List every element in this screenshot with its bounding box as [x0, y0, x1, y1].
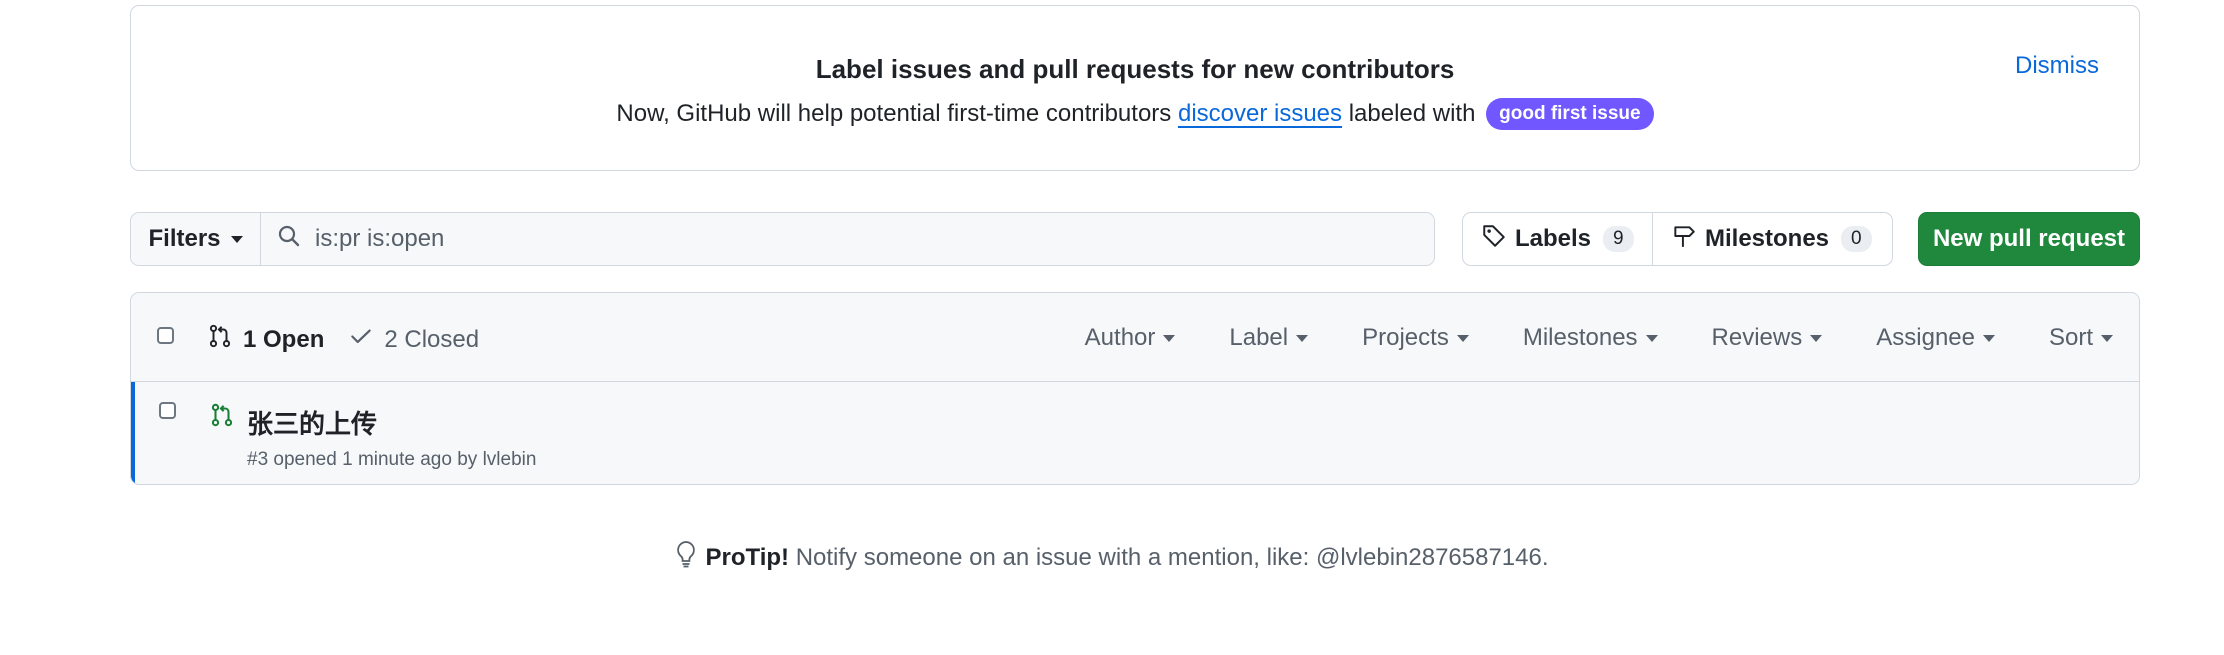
discover-issues-link[interactable]: discover issues — [1178, 100, 1342, 127]
assignee-filter-label: Assignee — [1876, 324, 1975, 351]
check-icon — [348, 323, 374, 356]
row-checkbox[interactable] — [159, 402, 176, 419]
pull-request-meta: #3 opened 1 minute ago by lvlebin — [247, 449, 536, 471]
list-header: 1 Open 2 Closed Author Label Projects Mi… — [131, 293, 2139, 382]
chevron-down-icon — [1456, 334, 1469, 342]
protip-label: ProTip! — [705, 543, 790, 571]
state-toggle: 1 Open 2 Closed — [207, 323, 479, 356]
search-value: is:pr is:open — [315, 225, 445, 252]
sort-filter-label: Sort — [2048, 324, 2093, 351]
reviews-filter-label: Reviews — [1711, 324, 1803, 351]
closed-filter-link[interactable]: 2 Closed — [348, 323, 479, 356]
list-item: 张三的上传 #3 opened 1 minute ago by lvlebin — [131, 382, 2139, 484]
banner-text: Now, GitHub will help potential first-ti… — [131, 98, 2139, 130]
good-first-issue-badge[interactable]: good first issue — [1486, 98, 1654, 130]
author-filter-label: Author — [1084, 324, 1156, 351]
chevron-down-icon — [230, 235, 243, 243]
light-bulb-icon — [675, 540, 697, 575]
milestones-label: Milestones — [1705, 225, 1830, 252]
new-pull-request-button[interactable]: New pull request — [1918, 212, 2140, 266]
open-filter-link[interactable]: 1 Open — [207, 323, 324, 356]
projects-filter[interactable]: Projects — [1362, 324, 1469, 352]
milestones-button[interactable]: Milestones 0 — [1653, 213, 1890, 265]
author-link[interactable]: lvlebin — [483, 449, 537, 470]
filters-button[interactable]: Filters — [131, 213, 261, 265]
filters-label: Filters — [148, 225, 221, 252]
protip: ProTip! Notify someone on an issue with … — [0, 540, 2224, 575]
closed-count-label: 2 Closed — [384, 325, 480, 353]
pull-request-meta-text: #3 opened 1 minute ago by — [247, 449, 483, 470]
chevron-down-icon — [1296, 334, 1309, 342]
protip-text: Notify someone on an issue with a mentio… — [795, 543, 1549, 571]
label-filter-label: Label — [1229, 324, 1289, 351]
chevron-down-icon — [1163, 334, 1176, 342]
git-pull-request-icon — [207, 323, 233, 356]
chevron-down-icon — [2101, 334, 2113, 342]
chevron-down-icon — [1982, 334, 1995, 342]
banner-text-before: Now, GitHub will help potential first-ti… — [616, 100, 1178, 127]
header-filter-bar: Author Label Projects Milestones Reviews… — [1085, 324, 2113, 352]
projects-filter-label: Projects — [1362, 324, 1449, 351]
pull-request-title[interactable]: 张三的上传 — [247, 404, 377, 441]
banner-text-after: labeled with — [1342, 100, 1483, 127]
new-contributors-banner: Label issues and pull requests for new c… — [130, 5, 2140, 171]
pull-request-list: 1 Open 2 Closed Author Label Projects Mi… — [130, 292, 2140, 485]
git-pull-request-open-icon — [209, 402, 235, 433]
author-filter[interactable]: Author — [1085, 324, 1176, 352]
labels-milestones-group: Labels 9 Milestones 0 — [1462, 212, 1893, 266]
filter-search-group: Filters is:pr is:open — [130, 212, 1435, 266]
milestone-icon — [1671, 223, 1697, 256]
tag-icon — [1481, 223, 1507, 256]
label-filter[interactable]: Label — [1229, 324, 1309, 352]
search-icon — [277, 224, 301, 255]
labels-label: Labels — [1515, 225, 1592, 252]
sort-filter[interactable]: Sort — [2049, 324, 2113, 352]
labels-button[interactable]: Labels 9 — [1463, 213, 1653, 265]
milestones-filter-label: Milestones — [1522, 324, 1638, 351]
reviews-filter[interactable]: Reviews — [1712, 324, 1823, 352]
chevron-down-icon — [1645, 334, 1658, 342]
search-input[interactable]: is:pr is:open — [261, 213, 1434, 265]
open-count-label: 1 Open — [243, 325, 325, 353]
banner-title: Label issues and pull requests for new c… — [815, 54, 1455, 84]
chevron-down-icon — [1810, 334, 1823, 342]
labels-count: 9 — [1603, 226, 1634, 252]
milestones-filter[interactable]: Milestones — [1523, 324, 1658, 352]
dismiss-button[interactable]: Dismiss — [2015, 52, 2099, 80]
milestones-count: 0 — [1841, 226, 1872, 252]
select-all-checkbox[interactable] — [157, 327, 174, 344]
assignee-filter[interactable]: Assignee — [1876, 324, 1995, 352]
